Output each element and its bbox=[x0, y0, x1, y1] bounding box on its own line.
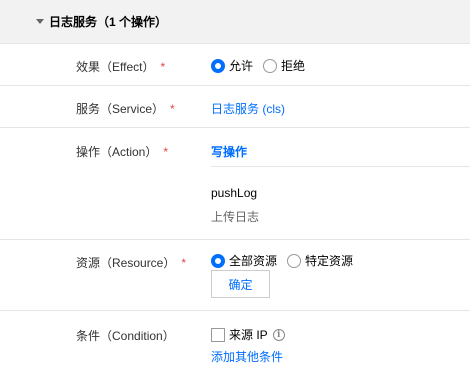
resource-all-radio[interactable]: 全部资源 bbox=[211, 252, 277, 269]
resource-all-label: 全部资源 bbox=[229, 254, 278, 268]
action-label-text: 操作（Action） bbox=[76, 145, 158, 159]
confirm-button[interactable]: 确定 bbox=[211, 270, 270, 298]
service-label: 服务（Service） * bbox=[76, 100, 175, 117]
source-ip-checkbox-group: 来源 IP i bbox=[211, 326, 285, 343]
caret-down-icon[interactable] bbox=[36, 19, 44, 24]
service-row: 服务（Service） * 日志服务 (cls) bbox=[0, 86, 470, 128]
effect-radio-group: 允许 拒绝 bbox=[211, 57, 315, 74]
radio-unchecked-icon[interactable] bbox=[263, 58, 278, 73]
service-link[interactable]: 日志服务 (cls) bbox=[211, 100, 285, 117]
effect-row: 效果（Effect） * 允许 拒绝 bbox=[0, 44, 470, 86]
action-item-desc: 上传日志 bbox=[211, 210, 260, 224]
service-label-text: 服务（Service） bbox=[76, 102, 165, 116]
effect-label: 效果（Effect） * bbox=[76, 58, 165, 75]
source-ip-label: 来源 IP bbox=[229, 328, 268, 342]
action-row: 操作（Action） * 写操作 pushLog 上传日志 bbox=[0, 128, 470, 240]
resource-row: 资源（Resource） * 全部资源 特定资源 确定 bbox=[0, 240, 470, 311]
action-link[interactable]: 写操作 bbox=[211, 143, 247, 160]
required-mark: * bbox=[170, 102, 175, 116]
effect-deny-label: 拒绝 bbox=[281, 59, 306, 73]
required-mark: * bbox=[181, 256, 187, 270]
radio-unchecked-icon[interactable] bbox=[287, 253, 302, 268]
action-item-name: pushLog bbox=[211, 186, 258, 200]
section-title: 日志服务（1 个操作） bbox=[49, 15, 168, 29]
action-divider bbox=[211, 166, 470, 167]
resource-radio-group: 全部资源 特定资源 bbox=[211, 252, 363, 269]
effect-label-text: 效果（Effect） bbox=[76, 60, 155, 74]
section-header[interactable]: 日志服务（1 个操作） bbox=[0, 0, 470, 44]
radio-checked-icon[interactable] bbox=[211, 58, 225, 73]
radio-checked-icon[interactable] bbox=[211, 253, 225, 268]
resource-label-text: 资源（Resource） bbox=[76, 256, 176, 270]
resource-label: 资源（Resource） * bbox=[76, 254, 186, 271]
condition-label: 条件（Condition） bbox=[76, 329, 175, 343]
required-mark: * bbox=[160, 60, 166, 74]
effect-allow-label: 允许 bbox=[229, 59, 254, 73]
resource-specific-label: 特定资源 bbox=[305, 254, 354, 268]
required-mark: * bbox=[163, 145, 169, 159]
condition-row: 条件（Condition） 来源 IP i 添加其他条件 bbox=[0, 311, 470, 374]
resource-specific-radio[interactable]: 特定资源 bbox=[287, 252, 353, 269]
add-condition-link[interactable]: 添加其他条件 bbox=[211, 348, 283, 365]
action-label: 操作（Action） * bbox=[76, 143, 168, 160]
source-ip-checkbox[interactable] bbox=[211, 327, 225, 342]
effect-deny-radio[interactable]: 拒绝 bbox=[263, 57, 305, 74]
effect-allow-radio[interactable]: 允许 bbox=[211, 57, 253, 74]
info-icon[interactable]: i bbox=[272, 328, 285, 341]
